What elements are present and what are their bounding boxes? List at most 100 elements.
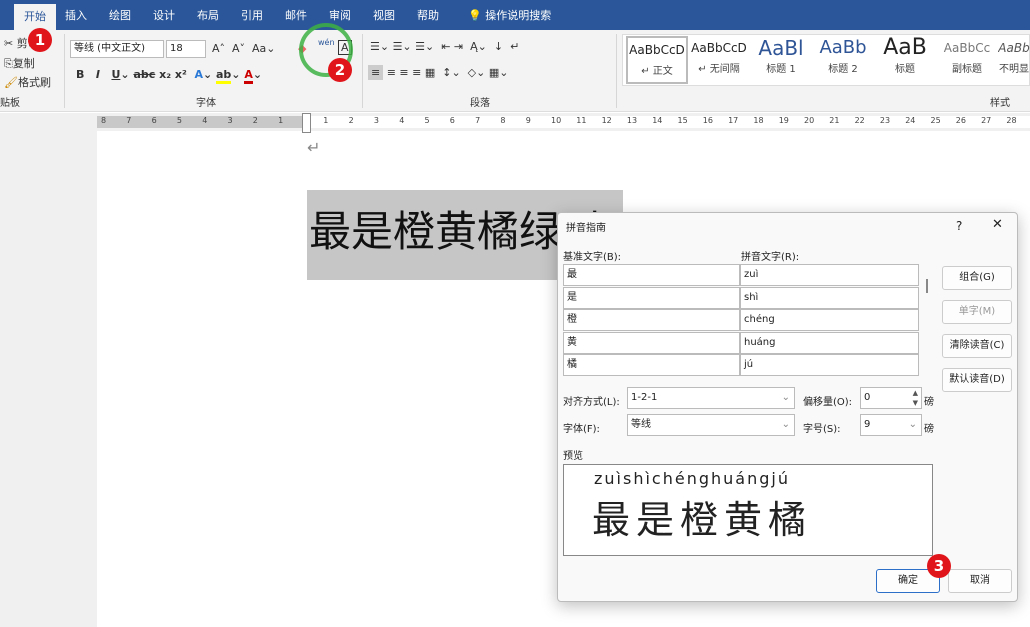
base-text-cell[interactable]: 黄: [563, 331, 740, 354]
cancel-button[interactable]: 取消: [948, 569, 1012, 593]
align-buttons[interactable]: ≡ ≡ ≡ ≡ ▦ ↕⌄ ◇⌄ ▦⌄: [368, 65, 508, 80]
ruby-text-cell[interactable]: zuì: [740, 264, 919, 286]
style-name: ↵ 正文: [641, 66, 673, 77]
font-value: 等线: [631, 419, 651, 430]
ribbon: ✂ 剪切 ⎘复制 🖌格式刷 贴板 等线 (中文正文) 18 A˄ A˅ Aa⌄ …: [0, 30, 1030, 112]
offset-stepper[interactable]: 0 ▲ ▼: [860, 387, 922, 409]
style-title[interactable]: AaB 标题: [874, 36, 936, 84]
preview-box: zuìshìchénghuángjú 最是橙黄橘: [563, 464, 933, 556]
ruler-number: 1: [323, 116, 329, 125]
phonetic-guide-dialog: 拼音指南 ? ✕ 基准文字(B): 拼音文字(R): 最 zuì 是 shì 橙 chén…: [557, 212, 1018, 602]
ruler-number: 5: [424, 116, 430, 125]
ruler-number: 18: [753, 116, 764, 125]
ruler-number: 4: [202, 116, 208, 125]
copy-button[interactable]: ⎘复制: [4, 55, 35, 71]
ruby-text-cell[interactable]: jú: [740, 354, 919, 376]
style-no-spacing[interactable]: AaBbCcD ↵ 无间隔: [688, 36, 750, 84]
tab-view[interactable]: 视图: [363, 0, 405, 30]
style-heading1[interactable]: AaBl 标题 1: [750, 36, 812, 84]
base-text-label: 基准文字(B):: [563, 252, 622, 263]
style-subtitle[interactable]: AaBbCc 副标题: [936, 36, 998, 84]
scrollbar[interactable]: [926, 279, 928, 293]
default-reading-button[interactable]: 默认读音(D): [942, 368, 1012, 392]
clear-reading-button[interactable]: 清除读音(C): [942, 334, 1012, 358]
ruler-number: 27: [981, 116, 992, 125]
ruler-number: 26: [955, 116, 966, 125]
search-box[interactable]: 💡 操作说明搜索: [458, 0, 561, 30]
ruler-number: 9: [525, 116, 531, 125]
base-text-cell[interactable]: 橘: [563, 354, 740, 376]
ruby-text-cell[interactable]: huáng: [740, 331, 919, 354]
style-normal[interactable]: AaBbCcD ↵ 正文: [626, 36, 688, 84]
style-name: 标题 2: [828, 64, 858, 75]
offset-unit: 磅: [924, 397, 934, 408]
alignment-label: 对齐方式(L):: [563, 397, 620, 408]
ruler-number: 20: [804, 116, 815, 125]
ruler-number: 8: [500, 116, 506, 125]
base-text-cell[interactable]: 是: [563, 286, 740, 309]
style-sample: AaBb: [819, 37, 867, 58]
ruler-number: 2: [348, 116, 354, 125]
base-text-cell[interactable]: 最: [563, 264, 740, 286]
chevron-down-icon: ⌄: [781, 419, 790, 430]
ruler-number: 7: [126, 116, 132, 125]
divider: [362, 34, 363, 108]
size-value: 9: [864, 419, 871, 430]
format-buttons[interactable]: B I U⌄ abc x₂ x² A⌄ ab⌄ A⌄: [76, 68, 262, 84]
ruler-number: 17: [728, 116, 739, 125]
help-button[interactable]: ?: [956, 219, 962, 233]
offset-label: 偏移量(O):: [803, 397, 853, 408]
group-label-clipboard: 贴板: [0, 98, 20, 109]
step-badge-1: 1: [28, 28, 52, 52]
ruby-text-cell[interactable]: shì: [740, 286, 919, 309]
close-button[interactable]: ✕: [992, 217, 1003, 232]
group-label-font: 字体: [196, 98, 216, 109]
tab-references[interactable]: 引用: [231, 0, 273, 30]
offset-value: 0: [864, 392, 871, 403]
alignment-value: 1-2-1: [631, 392, 658, 403]
style-subtle[interactable]: AaBb 不明显: [998, 36, 1030, 84]
ruler-number: 10: [551, 116, 562, 125]
base-text-cell[interactable]: 橙: [563, 309, 740, 331]
font-label: 字体(F):: [563, 424, 600, 435]
ruler-number: 23: [879, 116, 891, 125]
divider: [64, 34, 65, 108]
dialog-title: 拼音指南: [566, 223, 606, 234]
ruler-number: 25: [930, 116, 941, 125]
font-select[interactable]: 等线 ⌄: [627, 414, 795, 436]
tab-layout[interactable]: 布局: [187, 0, 229, 30]
ruler-number: 22: [854, 116, 865, 125]
grow-font-icon[interactable]: A˄ A˅ Aa⌄: [212, 42, 276, 55]
font-size-select[interactable]: 18: [166, 40, 206, 58]
tab-design[interactable]: 设计: [143, 0, 185, 30]
mono-button[interactable]: 单字(M): [942, 300, 1012, 324]
tab-insert[interactable]: 插入: [55, 0, 97, 30]
tab-home[interactable]: 开始: [14, 4, 56, 30]
size-select[interactable]: 9 ⌄: [860, 414, 922, 436]
ruler-number: 19: [778, 116, 789, 125]
ruler-number: 3: [227, 116, 233, 125]
group-button[interactable]: 组合(G): [942, 266, 1012, 290]
painter-label: 格式刷: [17, 76, 51, 89]
tab-mailings[interactable]: 邮件: [275, 0, 317, 30]
page-margin-area: [0, 131, 97, 627]
font-name-select[interactable]: 等线 (中文正文): [70, 40, 164, 58]
copy-icon: ⎘: [4, 57, 13, 70]
tab-help[interactable]: 帮助: [407, 0, 449, 30]
ruler-number: 24: [905, 116, 916, 125]
style-heading2[interactable]: AaBb 标题 2: [812, 36, 874, 84]
ruby-text-cell[interactable]: chéng: [740, 309, 919, 331]
ribbon-tab-bar: 开始 插入 绘图 设计 布局 引用 邮件 审阅 视图 帮助 💡 操作说明搜索: [0, 0, 1030, 30]
tab-draw[interactable]: 绘图: [99, 0, 141, 30]
ruler-number: 11: [576, 116, 587, 125]
preview-base: 最是橙黄橘: [592, 498, 813, 542]
alignment-select[interactable]: 1-2-1 ⌄: [627, 387, 795, 409]
style-sample: AaBbCcD: [629, 43, 685, 57]
format-painter-button[interactable]: 🖌格式刷: [4, 74, 51, 90]
spin-icon[interactable]: ▲ ▼: [913, 388, 918, 408]
indent-marker[interactable]: [302, 113, 311, 133]
list-buttons[interactable]: ☰⌄ ☰⌄ ☰⌄ ⇤ ⇥ Ą⌄ ↓ ↵: [370, 40, 519, 53]
ruler-number: 1: [278, 116, 284, 125]
scissors-icon: ✂: [4, 37, 14, 50]
ruler-number: 28: [1006, 116, 1017, 125]
